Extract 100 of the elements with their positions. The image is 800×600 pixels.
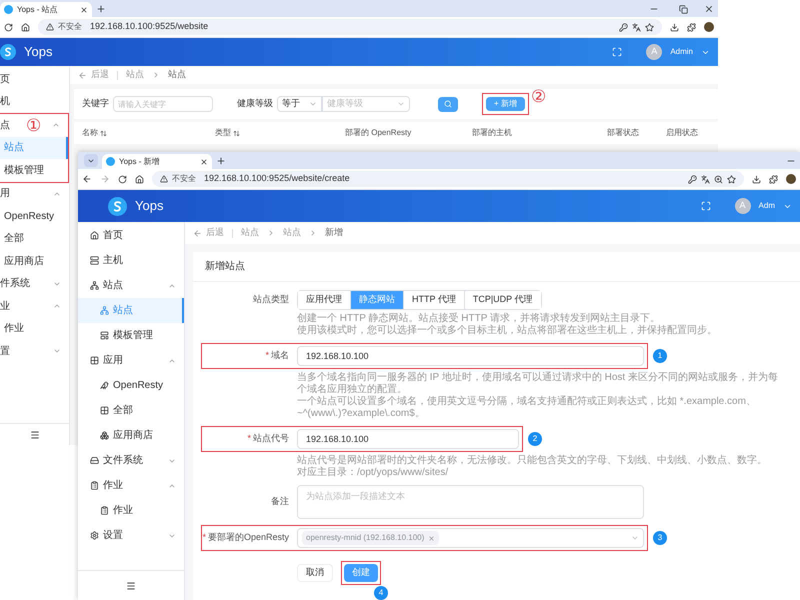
required-mark: *	[202, 531, 206, 544]
callout-number: ②	[530, 88, 546, 105]
sidebar-item[interactable]: 件系统	[0, 272, 69, 295]
restore-icon[interactable]	[679, 5, 688, 14]
column-header: 部署的 OpenResty	[345, 127, 412, 139]
sidebar-item[interactable]: 站点	[78, 273, 184, 298]
hint-text: 一个站点可以设置多个域名，使用英文逗号分隔，域名支持通配符或正则表达式，比如 *.example.com、~^(www\.)?example\.com$。	[297, 396, 757, 420]
user-name[interactable]: Admin	[670, 46, 693, 58]
input-field[interactable]: 192.168.10.100	[297, 429, 519, 449]
reload-icon[interactable]	[4, 22, 13, 32]
sidebar-item[interactable]: 业	[0, 295, 69, 318]
star-icon[interactable]	[727, 174, 736, 184]
reload-icon[interactable]	[118, 174, 127, 184]
server-icon	[90, 256, 99, 265]
hint-text: 对应主目录：/opt/yops/www/sites/	[297, 467, 450, 479]
extensions-icon[interactable]	[769, 174, 778, 184]
remove-icon[interactable]	[428, 534, 436, 542]
grid-icon	[100, 406, 109, 415]
home-icon[interactable]	[21, 22, 30, 32]
sidebar-item[interactable]: 作业	[78, 498, 184, 523]
translate-icon[interactable]	[632, 22, 641, 32]
bird-icon	[100, 381, 109, 390]
close-icon[interactable]	[80, 6, 88, 14]
menu-icon[interactable]	[126, 580, 136, 590]
extensions-icon[interactable]	[687, 22, 696, 32]
clipboard-icon	[100, 506, 109, 515]
sidebar-item[interactable]: 页	[0, 68, 69, 90]
field-label: 要部署的OpenResty	[208, 531, 289, 544]
callout-number: ①	[26, 116, 41, 134]
caret-icon	[631, 534, 639, 542]
zoom-icon[interactable]	[714, 174, 723, 184]
sidebar-item[interactable]: 作业	[0, 318, 69, 340]
home-icon[interactable]	[135, 174, 144, 184]
card-title: 新增站点	[193, 252, 800, 282]
fullscreen-icon[interactable]	[700, 201, 711, 211]
tab-list-button[interactable]	[84, 154, 98, 167]
download-icon[interactable]	[670, 22, 679, 32]
cancel-button[interactable]: 取消	[297, 564, 333, 582]
favicon-icon	[4, 5, 13, 14]
sidebar-item[interactable]: OpenResty	[0, 205, 69, 228]
logo-icon	[0, 44, 16, 60]
separator-icon	[152, 71, 160, 79]
download-icon[interactable]	[752, 174, 761, 184]
sidebar-item[interactable]: 首页	[78, 223, 184, 248]
app-title: Yops	[24, 43, 52, 62]
warning-icon	[160, 175, 168, 183]
sort-icon[interactable]	[100, 130, 107, 136]
selected-tag: openresty-mnid (192.168.10.100)	[302, 531, 440, 545]
user-name[interactable]: Adm	[758, 200, 775, 212]
sidebar-item[interactable]: 机	[0, 90, 69, 113]
profile-icon[interactable]	[786, 174, 796, 184]
key-icon[interactable]	[688, 174, 697, 184]
browser-tab[interactable]: Yops - 站点	[0, 2, 92, 17]
separator-icon	[267, 229, 275, 237]
menu-icon[interactable]	[30, 430, 40, 440]
browser-tab[interactable]: Yops - 新增	[102, 154, 212, 169]
sidebar-item[interactable]: 点	[0, 114, 20, 136]
key-icon[interactable]	[619, 22, 628, 32]
hint-text: 当多个域名指向同一服务器的 IP 地址时，使用域名可以通过请求中的 Host 来区分不同的网站或服务，并为每个域名应用独立的配置。	[297, 372, 779, 396]
sidebar-item[interactable]: 主机	[78, 248, 184, 273]
sidebar-item[interactable]: 模板管理	[0, 159, 68, 182]
fullscreen-icon[interactable]	[612, 47, 622, 57]
input-field[interactable]: 192.168.10.100	[297, 346, 644, 366]
security-label: 不安全	[172, 173, 196, 185]
sidebar-item[interactable]: 应用	[78, 348, 184, 373]
sidebar-item[interactable]: 设置	[78, 523, 184, 548]
callout-badge: 4	[374, 586, 388, 600]
column-header: 类型	[215, 127, 231, 139]
close-icon[interactable]	[704, 4, 714, 14]
field-label: 关键字	[82, 97, 109, 110]
translate-icon[interactable]	[701, 174, 710, 184]
callout-badge: 2	[528, 432, 542, 446]
sidebar-item[interactable]: 模板管理	[78, 323, 184, 348]
sidebar-item[interactable]: 应用商店	[0, 250, 69, 272]
address-bar[interactable]: 不安全 192.168.10.100:9525/website/create	[152, 171, 744, 187]
new-tab-icon[interactable]	[96, 4, 106, 14]
callout-badge: 3	[653, 531, 667, 545]
new-tab-icon[interactable]	[216, 156, 226, 166]
profile-icon[interactable]	[704, 22, 714, 32]
search-button[interactable]	[438, 96, 458, 112]
sidebar-item[interactable]: OpenResty	[78, 373, 184, 398]
hint-text: 使用该模式时，您可以选择一个或多个目标主机，站点将部署在这些主机上，并保持配置同步。	[297, 325, 718, 337]
back-icon[interactable]	[82, 174, 92, 184]
column-header: 启用状态	[666, 127, 698, 139]
sidebar-item[interactable]: 作业	[78, 473, 184, 498]
close-icon[interactable]	[200, 158, 208, 166]
operator-select[interactable]: 等于	[277, 96, 322, 112]
sidebar-item[interactable]: 全部	[78, 398, 184, 423]
address-bar[interactable]: 不安全 192.168.10.100:9525/website	[38, 19, 662, 35]
keyword-field[interactable]: 请输入关键字	[113, 96, 213, 112]
sort-icon[interactable]	[233, 130, 240, 136]
favicon-icon	[106, 157, 115, 166]
sidebar-item[interactable]: 文件系统	[78, 448, 184, 473]
sidebar-item[interactable]: 置	[0, 340, 69, 362]
sidebar-item[interactable]: 应用商店	[78, 423, 184, 448]
sidebar-item[interactable]: 全部	[0, 228, 69, 250]
callout-badge: 1	[653, 349, 667, 363]
star-icon[interactable]	[645, 22, 654, 32]
sidebar-item[interactable]: 用	[0, 182, 69, 205]
type-tab[interactable]: TCP|UDP 代理	[464, 291, 541, 309]
